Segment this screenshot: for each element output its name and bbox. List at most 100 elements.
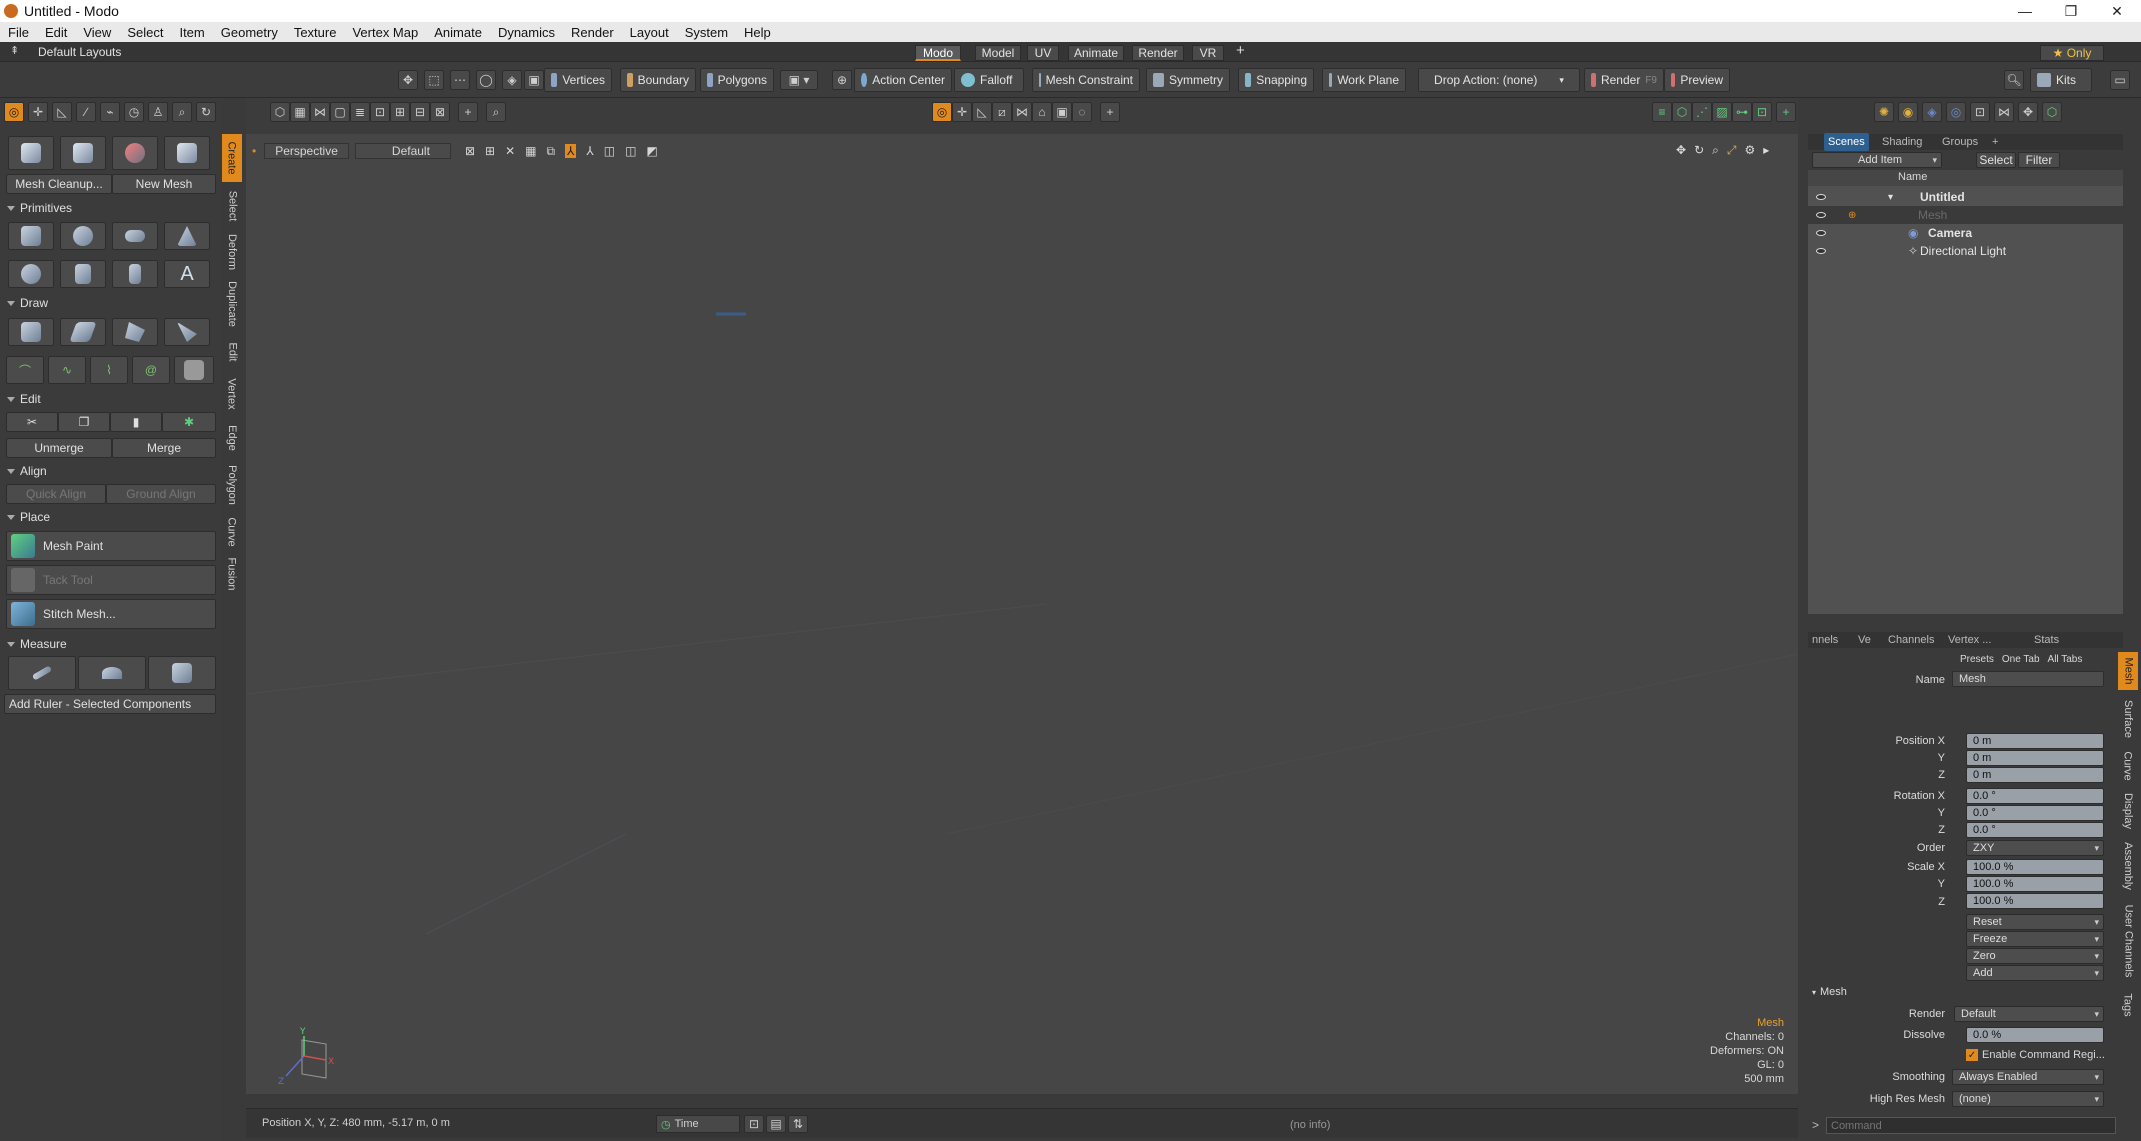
tab-shading[interactable]: Shading	[1878, 133, 1926, 151]
menu-view[interactable]: View	[75, 25, 119, 40]
ruler-icon[interactable]: ◺	[52, 102, 72, 122]
tab-uv[interactable]: UV	[1027, 45, 1059, 61]
lasso-icon[interactable]: ◯	[476, 70, 496, 90]
viewport-mode-icon[interactable]: ◎	[932, 102, 952, 122]
add-scene-tab[interactable]: +	[1988, 133, 2002, 151]
render-group-icon[interactable]: ⊡	[1970, 102, 1990, 122]
locator-icon[interactable]: ✥	[2018, 102, 2038, 122]
cube-button[interactable]	[8, 222, 54, 250]
mode-icon[interactable]: ◎	[4, 102, 24, 122]
axis-icon[interactable]: ⅄	[565, 144, 577, 158]
mesh-cleanup-button[interactable]: Mesh Cleanup...	[6, 174, 112, 194]
select-button[interactable]: Select	[1976, 152, 2016, 168]
add-ruler-button[interactable]: Add Ruler - Selected Components	[4, 694, 216, 714]
menu-select[interactable]: Select	[119, 25, 171, 40]
grid-view-icon[interactable]: ▦	[290, 102, 310, 122]
text-tool-button[interactable]: A	[164, 260, 210, 288]
place-header[interactable]: Place	[4, 508, 218, 526]
menu-texture[interactable]: Texture	[286, 25, 345, 40]
tab-modo[interactable]: Modo	[915, 45, 961, 61]
viewport-camera-icon[interactable]: ⌂	[1032, 102, 1052, 122]
position-y-field[interactable]: 0 m	[1966, 750, 2104, 766]
menu-render[interactable]: Render	[563, 25, 622, 40]
clock-icon[interactable]: ◷	[124, 102, 144, 122]
menu-layout[interactable]: Layout	[622, 25, 677, 40]
position-z-field[interactable]: 0 m	[1966, 767, 2104, 783]
vtab-deform[interactable]: Deform	[222, 230, 242, 274]
rvtab-mesh[interactable]: Mesh	[2118, 652, 2138, 690]
render-dropdown[interactable]: Default	[1954, 1006, 2104, 1022]
position-x-field[interactable]: 0 m	[1966, 733, 2104, 749]
menu-geometry[interactable]: Geometry	[213, 25, 286, 40]
curve-tool-4[interactable]: @	[132, 356, 170, 384]
menu-file[interactable]: File	[0, 25, 37, 40]
vtab-polygon[interactable]: Polygon	[222, 460, 242, 510]
curve-tool-3[interactable]: ⌇	[90, 356, 128, 384]
viewport-add-icon[interactable]: +	[1100, 102, 1120, 122]
presets-button[interactable]: Presets	[1960, 654, 1994, 665]
rvtab-display[interactable]: Display	[2118, 788, 2138, 834]
create-tool-1[interactable]	[8, 136, 54, 170]
scene-outliner[interactable]: Name ▾ Untitled ⊕ Mesh Camera ◉ ✧ Directiona…	[1808, 170, 2123, 614]
viewport-render-icon[interactable]: ▣	[1052, 102, 1072, 122]
timeline-icon[interactable]: ⊡	[744, 1115, 764, 1133]
protractor-button[interactable]	[78, 656, 146, 690]
one-tab-dropdown[interactable]: One Tab	[2002, 654, 2040, 665]
layers-icon[interactable]: ≡	[1652, 102, 1672, 122]
add-dropdown[interactable]: Add	[1966, 965, 2104, 981]
uv-green-icon[interactable]: ⋰	[1692, 102, 1712, 122]
unmerge-button[interactable]: Unmerge	[6, 438, 112, 458]
draw-header[interactable]: Draw	[4, 294, 218, 312]
measure-header[interactable]: Measure	[4, 635, 218, 653]
camera-group-icon[interactable]: ◎	[1946, 102, 1966, 122]
vtab-vertex[interactable]: Vertex	[222, 372, 242, 416]
tab-vr[interactable]: VR	[1192, 45, 1224, 61]
action-center-button[interactable]: Action Center	[854, 68, 952, 92]
dissolve-field[interactable]: 0.0 %	[1966, 1027, 2104, 1043]
viewport-nodes-icon[interactable]: ⋈	[1012, 102, 1032, 122]
create-tool-2[interactable]	[60, 136, 106, 170]
texture-icon[interactable]: ▦	[525, 144, 536, 158]
cone-button[interactable]	[164, 222, 210, 250]
scale-z-field[interactable]: 100.0 %	[1966, 893, 2104, 909]
name-column-header[interactable]: Name	[1898, 171, 1927, 183]
item-icon[interactable]: ▣	[524, 70, 544, 90]
paste-button[interactable]: ▮	[110, 412, 162, 432]
material-mode-dropdown[interactable]: ▣ ▾	[780, 70, 818, 90]
vtab-select[interactable]: Select	[222, 184, 242, 228]
close-button[interactable]: ✕	[2094, 0, 2140, 22]
mesh-section-header[interactable]: ▾ Mesh	[1812, 986, 2112, 998]
create-tool-4[interactable]	[164, 136, 210, 170]
nodes-green-icon[interactable]: ⊶	[1732, 102, 1752, 122]
curve-tool-2[interactable]: ∿	[48, 356, 86, 384]
zero-dropdown[interactable]: Zero	[1966, 948, 2104, 964]
vtab-duplicate[interactable]: Duplicate	[222, 276, 242, 332]
symmetry-button[interactable]: Symmetry	[1146, 68, 1230, 92]
curve-tool-5[interactable]	[174, 356, 214, 384]
vtab-fusion[interactable]: Fusion	[222, 554, 242, 594]
time-button[interactable]: ◷ Time	[656, 1115, 740, 1133]
tab-render[interactable]: Render	[1132, 45, 1184, 61]
menu-help[interactable]: Help	[736, 25, 779, 40]
view-style-dropdown[interactable]: Default	[354, 143, 451, 159]
viewport-ruler-icon[interactable]: ◺	[972, 102, 992, 122]
preview-button[interactable]: Preview	[1664, 68, 1730, 92]
visibility-icon[interactable]	[1816, 212, 1826, 218]
settings-gear-icon[interactable]: ⚙	[1744, 143, 1755, 158]
menu-item[interactable]: Item	[171, 25, 212, 40]
3d-viewport[interactable]: Y X Z	[246, 134, 1798, 1094]
move-icon[interactable]: ✛	[28, 102, 48, 122]
viewport-edit-icon[interactable]: ⧄	[992, 102, 1012, 122]
bound-icon[interactable]: ⧉	[546, 144, 555, 159]
graph-icon[interactable]: ⇅	[788, 1115, 808, 1133]
cylinder-button[interactable]	[60, 260, 106, 288]
merge-button[interactable]: Merge	[112, 438, 216, 458]
grid-icon[interactable]: ⊞	[485, 144, 495, 158]
camera-view-icon[interactable]: ▢	[330, 102, 350, 122]
outliner-row-light[interactable]: ✧ Directional Light	[1808, 242, 2123, 260]
rotation-z-field[interactable]: 0.0 °	[1966, 822, 2104, 838]
align-header[interactable]: Align	[4, 462, 218, 480]
rvtab-tags[interactable]: Tags	[2118, 988, 2138, 1022]
replicator-icon[interactable]: ⬡	[2042, 102, 2062, 122]
rvtab-surface[interactable]: Surface	[2118, 694, 2138, 744]
